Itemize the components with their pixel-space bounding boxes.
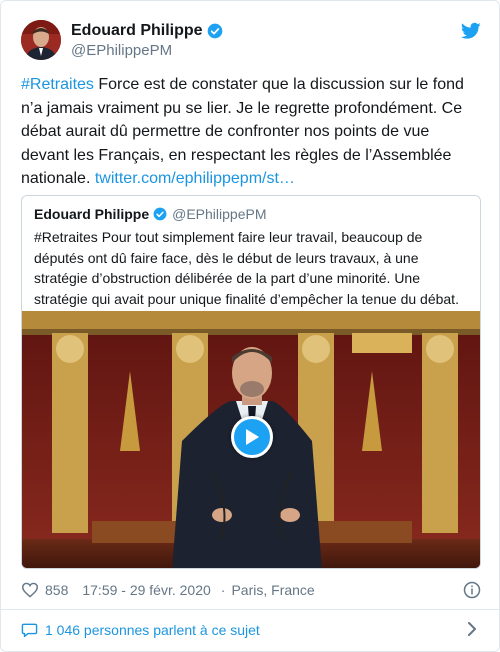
info-icon[interactable] <box>463 581 481 599</box>
separator: · <box>220 582 226 598</box>
video-thumbnail[interactable] <box>22 311 480 568</box>
tweet-footer: 858 17:59 - 29 févr. 2020 · Paris, Franc… <box>21 579 481 601</box>
quoted-handle: @EPhilippePM <box>172 206 267 222</box>
like-count[interactable]: 858 <box>45 582 68 598</box>
heart-icon[interactable] <box>21 582 39 598</box>
conversation-link[interactable]: 1 046 personnes parlent à ce sujet <box>21 619 481 641</box>
play-icon <box>246 429 259 445</box>
name-row: Edouard Philippe <box>71 22 223 40</box>
avatar[interactable] <box>21 20 61 60</box>
quoted-display-name: Edouard Philippe <box>34 206 150 222</box>
tweet-card: Edouard Philippe @EPhilippePM #Retraites… <box>0 0 500 652</box>
tweet-header: Edouard Philippe @EPhilippePM <box>21 20 481 62</box>
tweet-url-link[interactable]: twitter.com/ephilippepm/st… <box>95 170 295 187</box>
play-button[interactable] <box>231 416 273 458</box>
divider <box>1 609 499 610</box>
speech-bubble-icon <box>21 623 38 638</box>
tweet-text: #Retraites Force est de constater que la… <box>21 73 481 191</box>
quoted-tweet[interactable]: Edouard Philippe @EPhilippePM #Retraites… <box>21 195 481 569</box>
display-name[interactable]: Edouard Philippe <box>71 22 203 40</box>
verified-badge-icon <box>153 207 167 221</box>
quoted-tweet-text: #Retraites Pour tout simplement faire le… <box>34 229 459 307</box>
location[interactable]: Paris, France <box>231 582 314 598</box>
quoted-tweet-header: Edouard Philippe @EPhilippePM <box>34 206 267 222</box>
conversation-label[interactable]: 1 046 personnes parlent à ce sujet <box>45 622 260 638</box>
timestamp[interactable]: 17:59 - 29 févr. 2020 <box>82 582 210 598</box>
chevron-right-icon[interactable] <box>467 622 477 636</box>
hashtag-link[interactable]: #Retraites <box>21 76 94 93</box>
handle[interactable]: @EPhilippePM <box>71 42 172 59</box>
twitter-bird-icon[interactable] <box>461 22 481 40</box>
verified-badge-icon <box>207 23 222 39</box>
